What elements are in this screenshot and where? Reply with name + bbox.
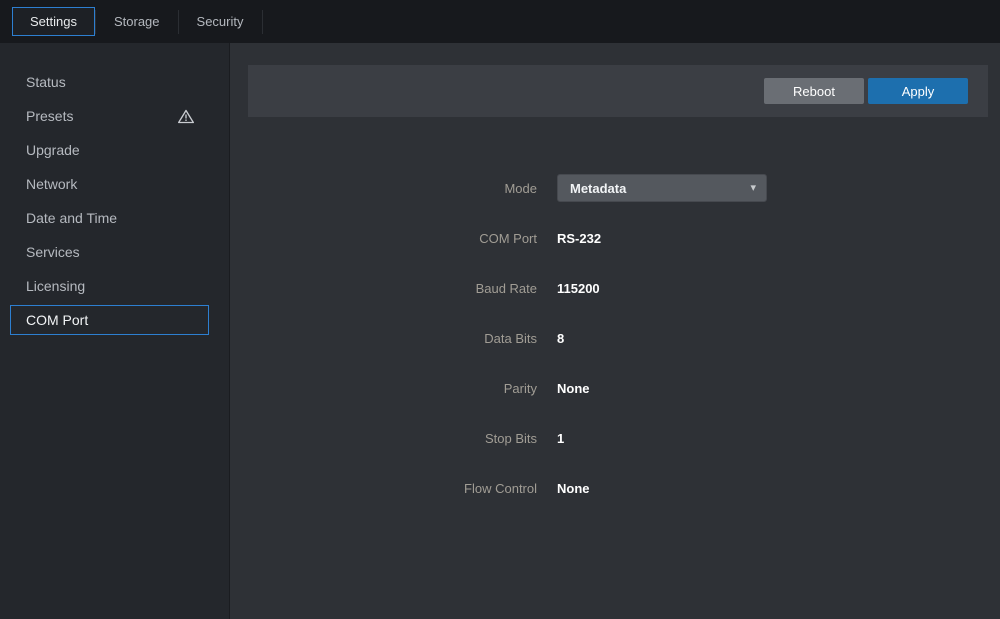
mode-select[interactable]: Metadata ▾	[557, 174, 767, 202]
sidebar-item-label: Date and Time	[26, 210, 117, 226]
sidebar-item-status[interactable]: Status	[10, 67, 209, 97]
field-label: Stop Bits	[230, 431, 537, 446]
sidebar-item-date-and-time[interactable]: Date and Time	[10, 203, 209, 233]
sidebar-item-label: COM Port	[26, 312, 88, 328]
form-row-flow-control: Flow Control None	[230, 474, 1000, 502]
field-label: Baud Rate	[230, 281, 537, 296]
field-label: Flow Control	[230, 481, 537, 496]
sidebar-item-label: Presets	[26, 108, 73, 124]
sidebar-item-services[interactable]: Services	[10, 237, 209, 267]
sidebar-item-presets[interactable]: Presets	[10, 101, 209, 131]
warning-icon	[178, 109, 194, 124]
chevron-down-icon: ▾	[750, 183, 756, 194]
field-value: 115200	[557, 281, 600, 296]
sidebar-item-com-port[interactable]: COM Port	[10, 305, 209, 335]
field-label: Data Bits	[230, 331, 537, 346]
reboot-button[interactable]: Reboot	[764, 78, 864, 104]
page-body: Status Presets Upgrade Network Date and …	[0, 43, 1000, 619]
sidebar-item-label: Status	[26, 74, 66, 90]
form-row-baud-rate: Baud Rate 115200	[230, 274, 1000, 302]
sidebar-item-label: Services	[26, 244, 80, 260]
sidebar: Status Presets Upgrade Network Date and …	[0, 43, 230, 619]
field-label: Mode	[230, 181, 537, 196]
action-toolbar: Reboot Apply	[248, 65, 988, 117]
field-label: Parity	[230, 381, 537, 396]
form-row-data-bits: Data Bits 8	[230, 324, 1000, 352]
tab-separator	[262, 10, 263, 34]
tab-security[interactable]: Security	[179, 7, 262, 36]
field-value: None	[557, 481, 590, 496]
top-nav: Settings Storage Security	[0, 0, 1000, 43]
field-value: 8	[557, 331, 564, 346]
field-value: None	[557, 381, 590, 396]
com-port-form: Mode Metadata ▾ COM Port RS-232 Baud Rat…	[230, 174, 1000, 502]
sidebar-item-label: Upgrade	[26, 142, 80, 158]
sidebar-item-label: Network	[26, 176, 77, 192]
sidebar-item-label: Licensing	[26, 278, 85, 294]
form-row-parity: Parity None	[230, 374, 1000, 402]
form-row-com-port: COM Port RS-232	[230, 224, 1000, 252]
field-value: 1	[557, 431, 564, 446]
field-value: RS-232	[557, 231, 601, 246]
tab-storage[interactable]: Storage	[96, 7, 178, 36]
sidebar-item-upgrade[interactable]: Upgrade	[10, 135, 209, 165]
tab-settings[interactable]: Settings	[12, 7, 95, 36]
sidebar-item-licensing[interactable]: Licensing	[10, 271, 209, 301]
field-label: COM Port	[230, 231, 537, 246]
sidebar-item-network[interactable]: Network	[10, 169, 209, 199]
main-content: Reboot Apply Mode Metadata ▾ COM Port RS…	[230, 43, 1000, 619]
apply-button[interactable]: Apply	[868, 78, 968, 104]
form-row-mode: Mode Metadata ▾	[230, 174, 1000, 202]
form-row-stop-bits: Stop Bits 1	[230, 424, 1000, 452]
mode-select-value: Metadata	[570, 181, 626, 196]
